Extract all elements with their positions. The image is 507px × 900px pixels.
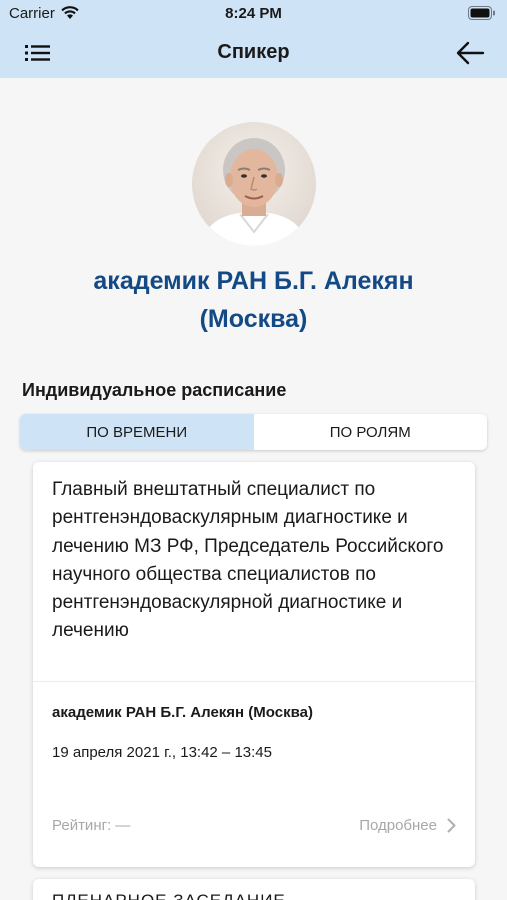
tab-by-roles[interactable]: ПО РОЛЯМ xyxy=(254,414,488,450)
session-title: ПЛЕНАРНОЕ ЗАСЕДАНИЕ xyxy=(52,891,286,900)
schedule-title: Индивидуальное расписание xyxy=(22,380,287,400)
session-speaker: академик РАН Б.Г. Алекян (Москва) xyxy=(52,704,313,721)
session-card[interactable]: Главный внештатный специалист по рентген… xyxy=(33,462,475,867)
details-link[interactable]: Подробнее xyxy=(359,817,456,834)
navigation-bar: Спикер xyxy=(0,28,507,78)
speaker-avatar xyxy=(192,122,316,246)
back-button[interactable] xyxy=(455,39,487,67)
tab-by-time[interactable]: ПО ВРЕМЕНИ xyxy=(20,414,254,450)
session-card[interactable]: ПЛЕНАРНОЕ ЗАСЕДАНИЕ xyxy=(33,879,475,900)
session-time: 19 апреля 2021 г., 13:42 – 13:45 xyxy=(52,744,272,761)
page-title: Спикер xyxy=(217,41,290,63)
session-description: Главный внештатный специалист по рентген… xyxy=(52,479,444,642)
schedule-view-toggle: ПО ВРЕМЕНИ ПО РОЛЯМ xyxy=(20,414,487,450)
chevron-right-icon xyxy=(447,818,456,833)
card-divider xyxy=(33,681,475,682)
speaker-name: академик РАН Б.Г. Алекян (Москва) xyxy=(93,267,414,333)
session-rating: Рейтинг: — xyxy=(52,817,131,834)
arrow-left-icon xyxy=(456,41,485,65)
battery-icon xyxy=(468,6,496,25)
status-bar: Carrier 8:24 PM xyxy=(0,0,507,28)
details-label: Подробнее xyxy=(359,817,437,834)
status-time: 8:24 PM xyxy=(225,5,282,22)
